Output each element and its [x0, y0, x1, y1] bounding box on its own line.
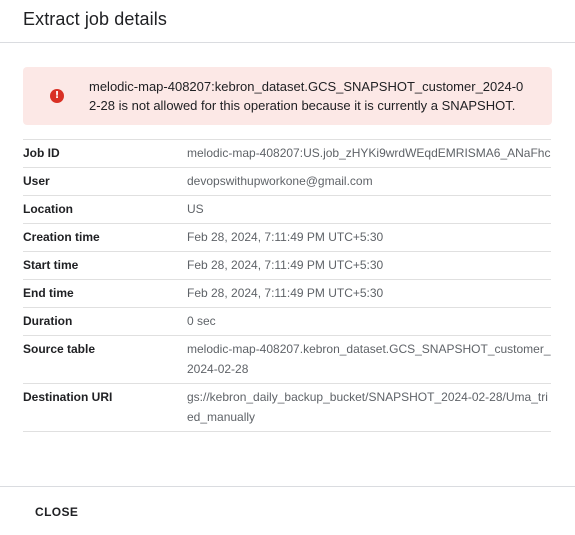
- table-row: Job ID melodic-map-408207:US.job_zHYKi9w…: [23, 139, 551, 168]
- table-row: Location US: [23, 195, 551, 224]
- row-value-destination-uri: gs://kebron_daily_backup_bucket/SNAPSHOT…: [187, 390, 548, 424]
- dialog-header: Extract job details: [0, 0, 575, 43]
- error-message: melodic-map-408207:kebron_dataset.GCS_SN…: [89, 79, 524, 113]
- row-label-job-id: Job ID: [23, 146, 60, 160]
- row-label-start-time: Start time: [23, 258, 79, 272]
- row-value-creation-time: Feb 28, 2024, 7:11:49 PM UTC+5:30: [187, 230, 384, 244]
- row-value-source-table: melodic-map-408207.kebron_dataset.GCS_SN…: [187, 342, 551, 376]
- dialog-content: ! melodic-map-408207:kebron_dataset.GCS_…: [0, 43, 575, 432]
- table-row: User devopswithupworkone@gmail.com: [23, 167, 551, 196]
- row-label-duration: Duration: [23, 314, 73, 328]
- dialog-footer: CLOSE: [0, 486, 575, 535]
- row-label-location: Location: [23, 202, 73, 216]
- row-value-job-id: melodic-map-408207:US.job_zHYKi9wrdWEqdE…: [187, 146, 551, 160]
- close-button[interactable]: CLOSE: [23, 501, 90, 523]
- dialog-title: Extract job details: [23, 9, 167, 29]
- table-row: Creation time Feb 28, 2024, 7:11:49 PM U…: [23, 223, 551, 252]
- row-value-duration: 0 sec: [187, 314, 216, 328]
- job-details-table: Job ID melodic-map-408207:US.job_zHYKi9w…: [23, 139, 551, 432]
- row-value-end-time: Feb 28, 2024, 7:11:49 PM UTC+5:30: [187, 286, 384, 300]
- row-label-creation-time: Creation time: [23, 230, 100, 244]
- table-row: End time Feb 28, 2024, 7:11:49 PM UTC+5:…: [23, 279, 551, 308]
- row-label-source-table: Source table: [23, 342, 96, 356]
- row-label-destination-uri: Destination URI: [23, 390, 113, 404]
- table-row: Start time Feb 28, 2024, 7:11:49 PM UTC+…: [23, 251, 551, 280]
- row-value-start-time: Feb 28, 2024, 7:11:49 PM UTC+5:30: [187, 258, 384, 272]
- row-value-user: devopswithupworkone@gmail.com: [187, 174, 373, 188]
- row-label-user: User: [23, 174, 50, 188]
- table-row: Duration 0 sec: [23, 307, 551, 336]
- row-label-end-time: End time: [23, 286, 74, 300]
- table-row: Source table melodic-map-408207.kebron_d…: [23, 335, 551, 384]
- error-icon: !: [50, 89, 64, 103]
- table-row: Destination URI gs://kebron_daily_backup…: [23, 383, 551, 432]
- row-value-location: US: [187, 202, 204, 216]
- error-banner: ! melodic-map-408207:kebron_dataset.GCS_…: [23, 67, 552, 125]
